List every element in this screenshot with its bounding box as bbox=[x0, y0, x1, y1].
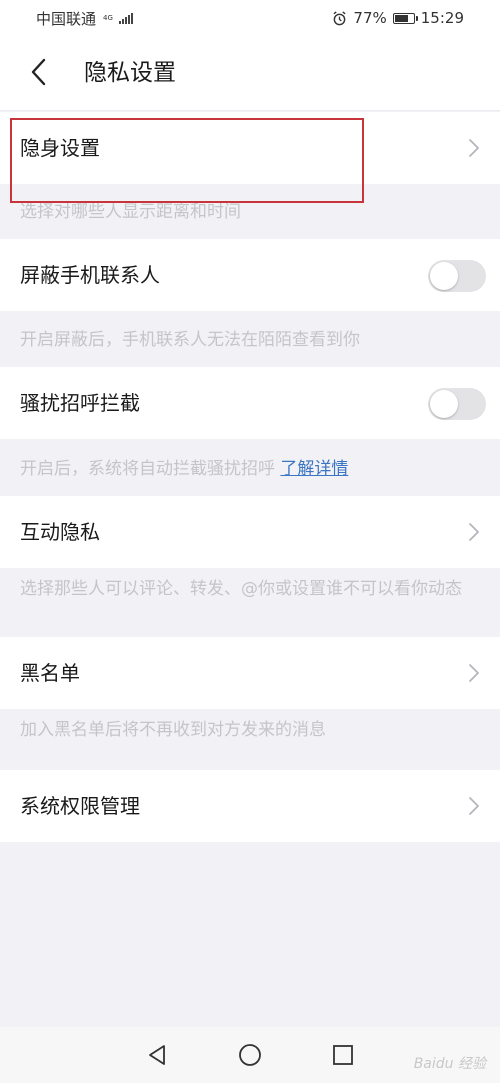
network-type: 4G bbox=[103, 13, 113, 22]
battery-percent: 77% bbox=[353, 9, 387, 27]
stealth-settings-hint: 选择对哪些人显示距离和时间 bbox=[20, 202, 241, 222]
chevron-right-icon bbox=[469, 664, 479, 682]
chevron-right-icon bbox=[469, 523, 479, 541]
interaction-privacy-label: 互动隐私 bbox=[20, 520, 100, 544]
watermark-logo: Baidu 经验 bbox=[413, 1056, 486, 1072]
alarm-icon bbox=[333, 10, 346, 25]
battery-fill bbox=[394, 14, 408, 22]
stealth-settings-label: 隐身设置 bbox=[20, 136, 100, 160]
block-contacts-toggle[interactable] bbox=[428, 260, 486, 292]
learn-more-link[interactable]: 了解详情 bbox=[280, 459, 348, 479]
top-bar: 隐私设置 bbox=[0, 36, 500, 111]
back-button[interactable] bbox=[18, 52, 58, 92]
harassment-block-hint-text: 开启后，系统将自动拦截骚扰招呼 bbox=[20, 459, 275, 479]
interaction-privacy-hint: 选择那些人可以评论、转发、@你或设置谁不可以看你动态 bbox=[20, 579, 462, 599]
block-contacts-label: 屏蔽手机联系人 bbox=[20, 263, 160, 287]
nav-back-button[interactable] bbox=[142, 1040, 172, 1070]
toggle-knob bbox=[430, 262, 458, 290]
nav-home-button[interactable] bbox=[235, 1040, 265, 1070]
harassment-block-label: 骚扰招呼拦截 bbox=[20, 391, 140, 415]
square-recents-icon bbox=[333, 1045, 354, 1065]
blacklist-label: 黑名单 bbox=[20, 661, 80, 685]
block-contacts-hint: 开启屏蔽后，手机联系人无法在陌陌查看到你 bbox=[20, 330, 360, 350]
chevron-right-icon bbox=[469, 797, 479, 815]
triangle-back-icon bbox=[148, 1045, 165, 1065]
toggle-knob bbox=[430, 390, 458, 418]
chevron-left-icon bbox=[31, 58, 46, 86]
carrier-name: 中国联通 bbox=[36, 9, 97, 28]
clock-time: 15:29 bbox=[420, 9, 464, 27]
status-right: 77% 15:29 bbox=[332, 9, 464, 27]
signal-icon bbox=[118, 12, 133, 24]
system-permissions-label: 系统权限管理 bbox=[20, 794, 140, 818]
status-bar: 中国联通 4G 77% 15:29 bbox=[0, 0, 500, 36]
chevron-right-icon bbox=[469, 139, 479, 157]
system-permissions-row[interactable]: 系统权限管理 bbox=[0, 770, 500, 842]
blacklist-row[interactable]: 黑名单 bbox=[0, 637, 500, 709]
harassment-block-row: 骚扰招呼拦截 bbox=[0, 367, 500, 439]
status-left: 中国联通 4G bbox=[36, 8, 133, 29]
interaction-privacy-row[interactable]: 互动隐私 bbox=[0, 496, 500, 568]
block-contacts-row: 屏蔽手机联系人 bbox=[0, 239, 500, 311]
nav-recents-button[interactable] bbox=[328, 1040, 358, 1070]
battery-icon bbox=[392, 12, 418, 24]
blacklist-hint: 加入黑名单后将不再收到对方发来的消息 bbox=[20, 720, 326, 740]
page-title: 隐私设置 bbox=[84, 60, 176, 86]
harassment-block-hint: 开启后，系统将自动拦截骚扰招呼 了解详情 bbox=[20, 457, 480, 481]
stealth-settings-row[interactable]: 隐身设置 bbox=[0, 112, 500, 184]
circle-home-icon bbox=[239, 1044, 261, 1066]
harassment-block-toggle[interactable] bbox=[428, 388, 486, 420]
